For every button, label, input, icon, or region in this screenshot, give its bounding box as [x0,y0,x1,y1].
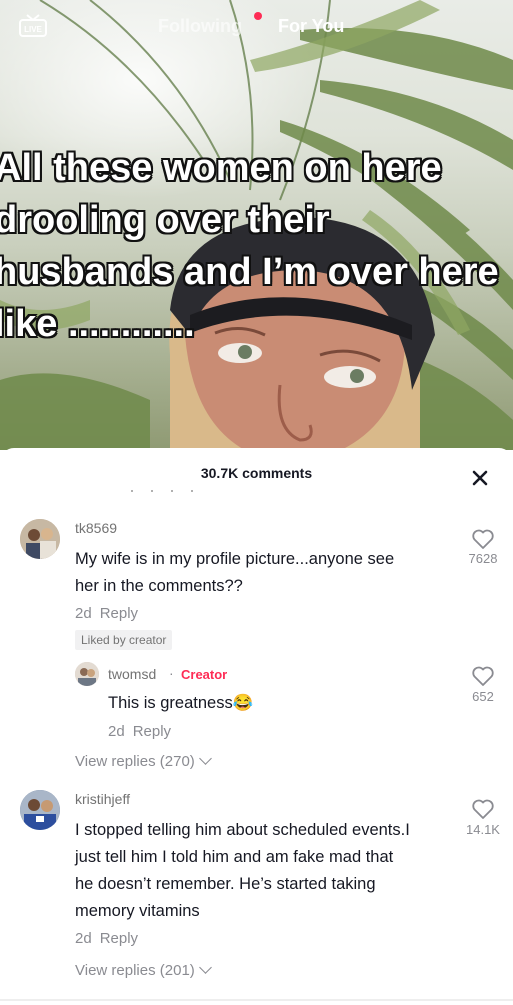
close-icon[interactable] [470,468,490,488]
reply-text: This is greatness😂 [108,690,253,717]
chevron-down-icon [198,961,212,974]
comment-username[interactable]: kristihjeff [75,791,130,807]
tab-following[interactable]: Following [158,16,242,37]
reply-button[interactable]: Reply [100,930,138,947]
view-replies-button[interactable]: View replies (270) [75,752,212,770]
comment-time: 2d [75,930,92,947]
comment-count: 30.7K comments [200,465,313,481]
separator-dot: · [169,665,174,681]
comment-meta: 2d Reply [75,605,138,622]
comment-text: I stopped telling him about scheduled ev… [75,817,460,925]
comment-text-line: I stopped telling him about scheduled ev… [75,821,410,839]
view-replies-button[interactable]: View replies (201) [75,961,212,979]
heart-icon[interactable] [471,665,495,687]
liked-by-creator-badge: Liked by creator [75,630,173,650]
live-tv-icon[interactable]: LIVE [18,14,48,38]
avatar[interactable] [75,662,99,686]
comment-text-line: her in the comments?? [75,577,243,595]
reply-meta: 2d Reply [108,723,171,740]
comment-username[interactable]: tk8569 [75,520,117,536]
comment-meta: 2d Reply [75,930,138,947]
avatar[interactable] [20,519,60,559]
caption-line: husbands and I’m over here [0,251,499,293]
svg-text:LIVE: LIVE [24,25,42,34]
video-player[interactable]: LIVE Following For You All these women o… [0,0,513,450]
comment-text-line: he doesn’t remember. He’s started taking [75,875,376,893]
comment-text-line: My wife is in my profile picture...anyon… [75,550,395,568]
video-caption: All these women on here drooling over th… [0,142,513,350]
comment-text-line: memory vitamins [75,902,200,920]
comment-time: 2d [75,605,92,622]
caption-line: drooling over their [0,199,330,241]
heart-icon[interactable] [471,798,495,820]
avatar[interactable] [20,790,60,830]
creator-badge: Creator [181,667,228,682]
comment-text-line: just tell him I told him and am fake mad… [75,848,394,866]
caption-line: All these women on here [0,147,442,189]
caption-line: like ............ [0,303,195,345]
reply-button[interactable]: Reply [100,605,138,622]
notification-dot [254,12,262,20]
view-replies-label: View replies (270) [75,753,195,770]
avatar-photo [20,790,60,830]
comments-header: 30.7K comments [0,448,513,496]
heart-icon[interactable] [471,528,495,550]
comment-text: My wife is in my profile picture...anyon… [75,546,455,600]
view-replies-label: View replies (201) [75,962,195,979]
comments-sheet: 30.7K comments tk8569 My wife is in my p… [0,448,513,1005]
avatar-photo [75,662,99,686]
scroll-indicator [131,490,193,492]
chevron-down-icon [198,752,212,765]
like-count: 14.1K [466,822,500,837]
bottom-divider [0,999,513,1001]
reply-text-content: This is greatness [108,694,233,712]
reply-time: 2d [108,723,125,740]
reply-username[interactable]: twomsd [108,666,156,682]
like-count: 7628 [468,551,498,566]
top-navigation: LIVE Following For You [0,10,513,42]
reply-button[interactable]: Reply [133,723,171,740]
tab-for-you[interactable]: For You [278,16,344,37]
avatar-photo [20,519,60,559]
like-count: 652 [472,689,494,704]
laughing-emoji: 😂 [232,694,254,712]
